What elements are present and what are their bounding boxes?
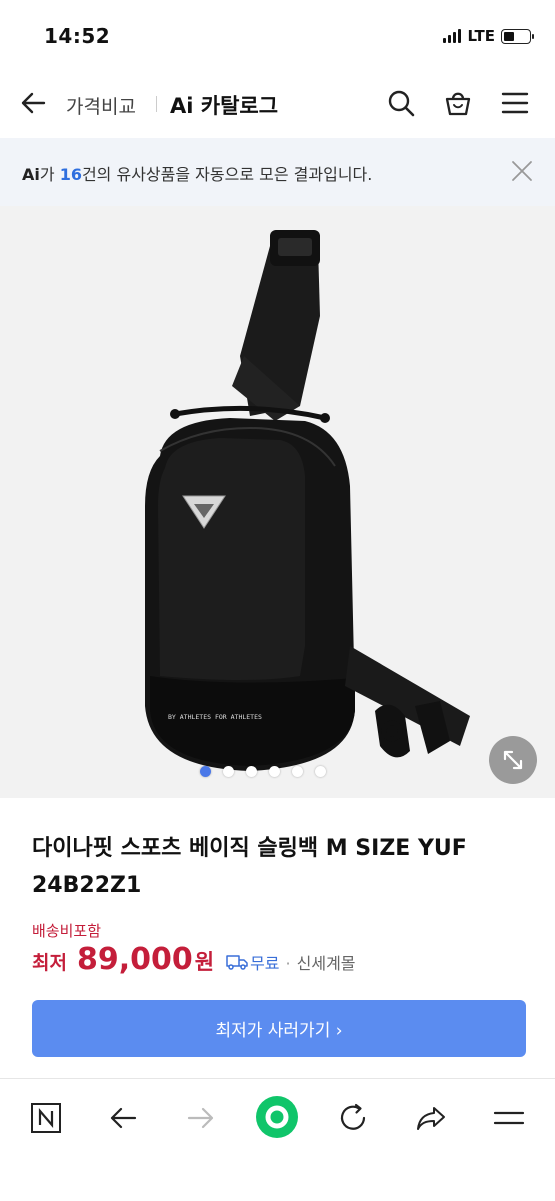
product-image-carousel[interactable]: BY ATHLETES FOR ATHLETES (0, 206, 555, 798)
breadcrumb-price-compare[interactable]: 가격비교 (66, 92, 136, 119)
lowest-price-label: 최저 (32, 952, 67, 974)
refresh-icon[interactable] (336, 1101, 370, 1135)
ai-notice-banner: Ai가 16건의 유사상품을 자동으로 모은 결과입니다. (0, 138, 555, 206)
separator-dot: · (285, 954, 291, 973)
carousel-dot[interactable] (223, 766, 234, 777)
battery-icon (501, 28, 534, 44)
divider (156, 96, 157, 112)
expand-icon (503, 750, 523, 770)
expand-button[interactable] (489, 736, 537, 784)
price-row: 최저 89,000 원 무료 · 신세계몰 (32, 942, 356, 977)
carousel-dot[interactable] (269, 766, 280, 777)
browser-bottom-bar (0, 1078, 555, 1201)
share-icon[interactable] (414, 1101, 448, 1135)
nav-forward-icon[interactable] (184, 1101, 218, 1135)
nav-back-icon[interactable] (106, 1101, 140, 1135)
network-type: LTE (467, 27, 495, 45)
lowest-price: 89,000 (76, 942, 193, 977)
carousel-dot[interactable] (246, 766, 257, 777)
banner-post: 건의 유사상품을 자동으로 모은 결과입니다. (81, 165, 373, 184)
seller-mall[interactable]: 신세계몰 (297, 950, 356, 974)
basket-icon[interactable] (443, 88, 473, 118)
carousel-dot[interactable] (292, 766, 303, 777)
shipping-included: 배송비포함 (32, 922, 102, 940)
more-menu-icon[interactable] (492, 1101, 526, 1135)
carousel-dot[interactable] (200, 766, 211, 777)
green-dot-icon[interactable] (255, 1095, 299, 1139)
search-icon[interactable] (386, 88, 416, 118)
status-icons: LTE (443, 27, 534, 45)
clock: 14:52 (44, 24, 111, 48)
carousel-dots (200, 766, 326, 777)
status-bar: 14:52 LTE (0, 0, 555, 70)
currency-unit: 원 (194, 950, 215, 974)
signal-icon (443, 29, 462, 43)
naver-home-icon[interactable] (29, 1101, 63, 1135)
banner-text: Ai가 16건의 유사상품을 자동으로 모은 결과입니다. (22, 161, 372, 185)
top-nav: 가격비교 Ai 카탈로그 (0, 72, 555, 134)
close-icon[interactable] (511, 160, 533, 182)
free-shipping: 무료 (250, 954, 280, 973)
bag-print-text: BY ATHLETES FOR ATHLETES (168, 713, 262, 721)
page-title: Ai 카탈로그 (170, 94, 279, 118)
buy-lowest-price-button[interactable]: 최저가 사러가기 › (32, 1000, 526, 1057)
carousel-dot[interactable] (315, 766, 326, 777)
banner-pre: 가 (39, 165, 60, 184)
sling-bag-image: BY ATHLETES FOR ATHLETES (145, 230, 470, 771)
similar-count: 16 (59, 165, 82, 184)
product-title[interactable]: 다이나핏 스포츠 베이직 슬링백 M SIZE YUF 24B22Z1 (32, 830, 532, 904)
truck-icon (226, 955, 248, 970)
menu-icon[interactable] (500, 88, 530, 118)
back-arrow-icon[interactable] (18, 88, 48, 118)
ai-label: Ai (22, 165, 40, 184)
